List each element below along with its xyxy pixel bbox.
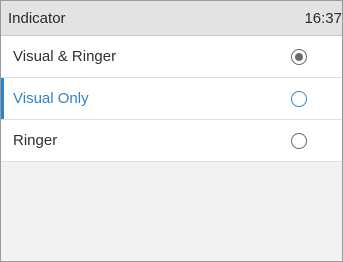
option-label: Visual & Ringer [13, 48, 117, 65]
page-title: Indicator [8, 9, 66, 27]
option-ringer[interactable]: Ringer [1, 120, 342, 162]
radio-unchecked-icon[interactable] [291, 90, 307, 107]
header-bar: Indicator 16:37 [1, 1, 342, 36]
option-label: Ringer [13, 132, 58, 149]
radio-unchecked-icon[interactable] [291, 132, 307, 149]
indicator-screen: Indicator 16:37 Visual & Ringer Visual O… [0, 0, 343, 262]
clock: 16:37 [304, 9, 342, 27]
option-visual-only[interactable]: Visual Only [1, 78, 342, 120]
option-label: Visual Only [13, 90, 89, 107]
option-visual-and-ringer[interactable]: Visual & Ringer [1, 36, 342, 78]
radio-checked-icon[interactable] [291, 48, 307, 65]
option-list: Visual & Ringer Visual Only Ringer [1, 36, 342, 162]
